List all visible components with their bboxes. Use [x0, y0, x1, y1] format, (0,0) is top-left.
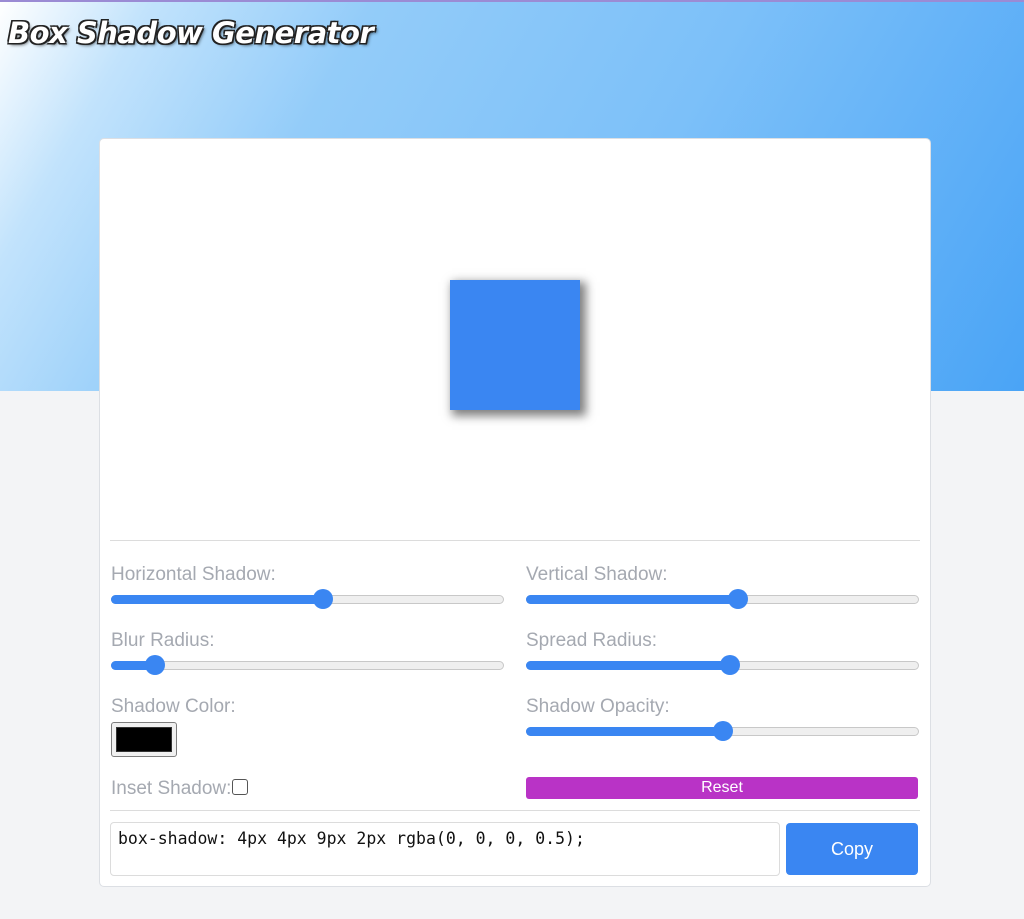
shadow-color-picker[interactable] [111, 722, 177, 757]
horizontal-shadow-slider[interactable] [111, 589, 504, 609]
color-swatch [116, 727, 172, 752]
app-title: Box Shadow Generator [8, 16, 374, 50]
inset-shadow-control: Inset Shadow: [111, 777, 249, 801]
blur-radius-control: Blur Radius: [111, 630, 504, 675]
slider-thumb[interactable] [145, 655, 166, 675]
shadow-opacity-label: Shadow Opacity: [526, 696, 670, 717]
slider-thumb[interactable] [720, 655, 741, 675]
shadow-opacity-control: Shadow Opacity: [526, 696, 919, 741]
preview-box [450, 280, 580, 410]
slider-thumb[interactable] [313, 589, 334, 609]
slider-fill [526, 661, 731, 670]
spread-radius-control: Spread Radius: [526, 630, 919, 675]
horizontal-shadow-control: Horizontal Shadow: [111, 564, 504, 609]
slider-fill [526, 595, 739, 604]
slider-thumb[interactable] [728, 589, 749, 609]
vertical-shadow-control: Vertical Shadow: [526, 564, 919, 609]
spread-radius-slider[interactable] [526, 655, 919, 675]
inset-shadow-checkbox[interactable] [232, 779, 249, 795]
shadow-color-control: Shadow Color: [111, 696, 504, 758]
divider [110, 810, 920, 811]
slider-fill [526, 727, 723, 736]
slider-track [111, 661, 504, 670]
shadow-opacity-slider[interactable] [526, 721, 919, 741]
horizontal-shadow-label: Horizontal Shadow: [111, 564, 276, 585]
blur-radius-label: Blur Radius: [111, 630, 215, 651]
slider-fill [111, 595, 324, 604]
slider-thumb[interactable] [712, 721, 733, 741]
blur-radius-slider[interactable] [111, 655, 504, 675]
generator-card: Horizontal Shadow: Vertical Shadow: Blur… [99, 138, 931, 887]
copy-button[interactable]: Copy [786, 823, 918, 875]
shadow-color-label: Shadow Color: [111, 696, 236, 717]
css-output-field[interactable]: box-shadow: 4px 4px 9px 2px rgba(0, 0, 0… [110, 822, 780, 876]
inset-shadow-label: Inset Shadow: [111, 778, 232, 799]
spread-radius-label: Spread Radius: [526, 630, 657, 651]
preview-area [110, 139, 920, 541]
vertical-shadow-slider[interactable] [526, 589, 919, 609]
reset-button[interactable]: Reset [526, 777, 918, 799]
vertical-shadow-label: Vertical Shadow: [526, 564, 668, 585]
